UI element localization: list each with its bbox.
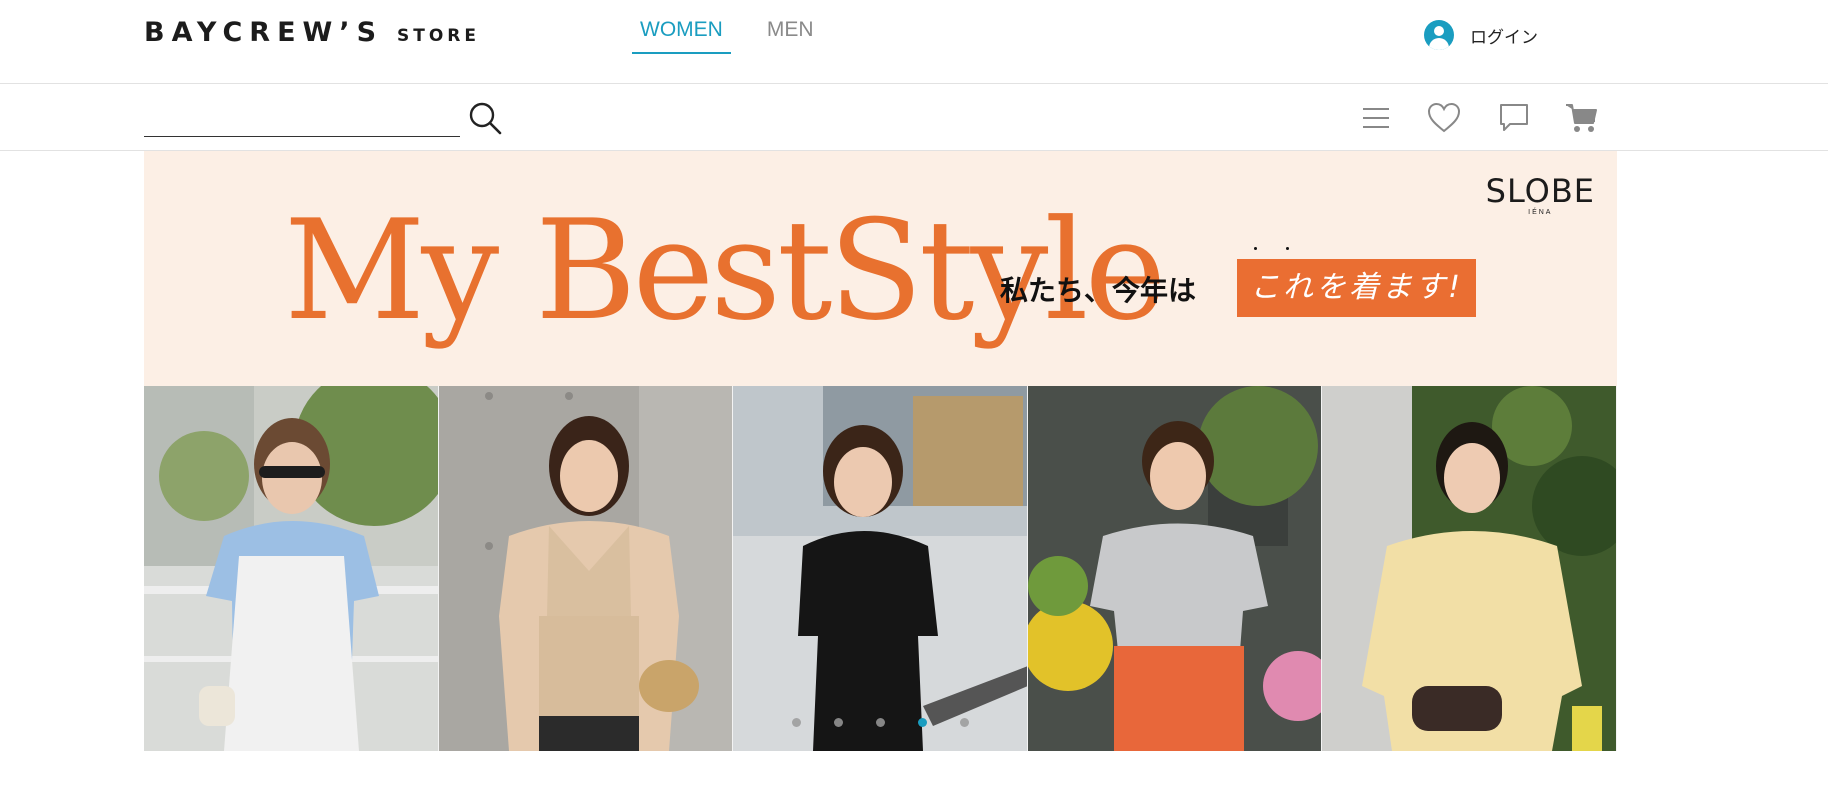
cart-icon <box>1566 104 1597 132</box>
search-button[interactable] <box>466 99 506 139</box>
messages-button[interactable] <box>1496 100 1532 136</box>
carousel-dot-4[interactable] <box>918 718 927 727</box>
tab-women[interactable]: WOMEN <box>632 18 731 54</box>
logo-sub-text: STORE <box>397 26 481 46</box>
tab-men[interactable]: MEN <box>759 18 822 54</box>
search-icon <box>469 102 502 135</box>
chat-icon <box>1500 104 1528 131</box>
site-logo[interactable]: BAYCREW’S STORE <box>144 17 480 49</box>
carousel-dot-1[interactable] <box>792 718 801 727</box>
model-photo-1 <box>144 386 439 751</box>
top-header: BAYCREW’S STORE WOMEN MEN ログイン <box>0 0 1828 84</box>
brand-logo-sub: IÉNA <box>1528 209 1553 216</box>
brand-logo: SLOBE IÉNA <box>1486 175 1595 216</box>
favorites-button[interactable] <box>1426 100 1462 136</box>
carousel-dot-3[interactable] <box>876 718 885 727</box>
search-input[interactable] <box>144 104 460 137</box>
model-photo-3 <box>733 386 1028 751</box>
banner-header: SLOBE IÉNA My BestStyle 私たち、今年は これを着ます! <box>144 151 1617 386</box>
model-photo-4 <box>1027 386 1323 751</box>
heart-icon <box>1427 102 1461 133</box>
emphasis-dots <box>1254 247 1324 255</box>
carousel-dots <box>792 718 1002 727</box>
login-link[interactable]: ログイン <box>1424 20 1538 50</box>
brand-logo-main: SLOBE <box>1485 172 1595 210</box>
banner-tagline: 私たち、今年は <box>1000 274 1197 307</box>
login-label: ログイン <box>1470 27 1538 48</box>
banner-tag-box: これを着ます! <box>1237 259 1476 317</box>
gender-tabs: WOMEN MEN <box>632 18 850 54</box>
banner-photos <box>144 386 1617 751</box>
search-bar <box>0 84 1828 151</box>
model-photo-2 <box>438 386 734 751</box>
carousel-dot-2[interactable] <box>834 718 843 727</box>
carousel-dot-5[interactable] <box>960 718 969 727</box>
menu-icon <box>1363 108 1389 128</box>
menu-button[interactable] <box>1358 100 1394 136</box>
model-photo-5 <box>1322 386 1617 751</box>
hero-banner[interactable]: SLOBE IÉNA My BestStyle 私たち、今年は これを着ます! <box>144 151 1617 751</box>
logo-main-text: BAYCREW’S <box>144 17 384 48</box>
user-icon <box>1424 20 1454 50</box>
cart-button[interactable] <box>1564 100 1600 136</box>
